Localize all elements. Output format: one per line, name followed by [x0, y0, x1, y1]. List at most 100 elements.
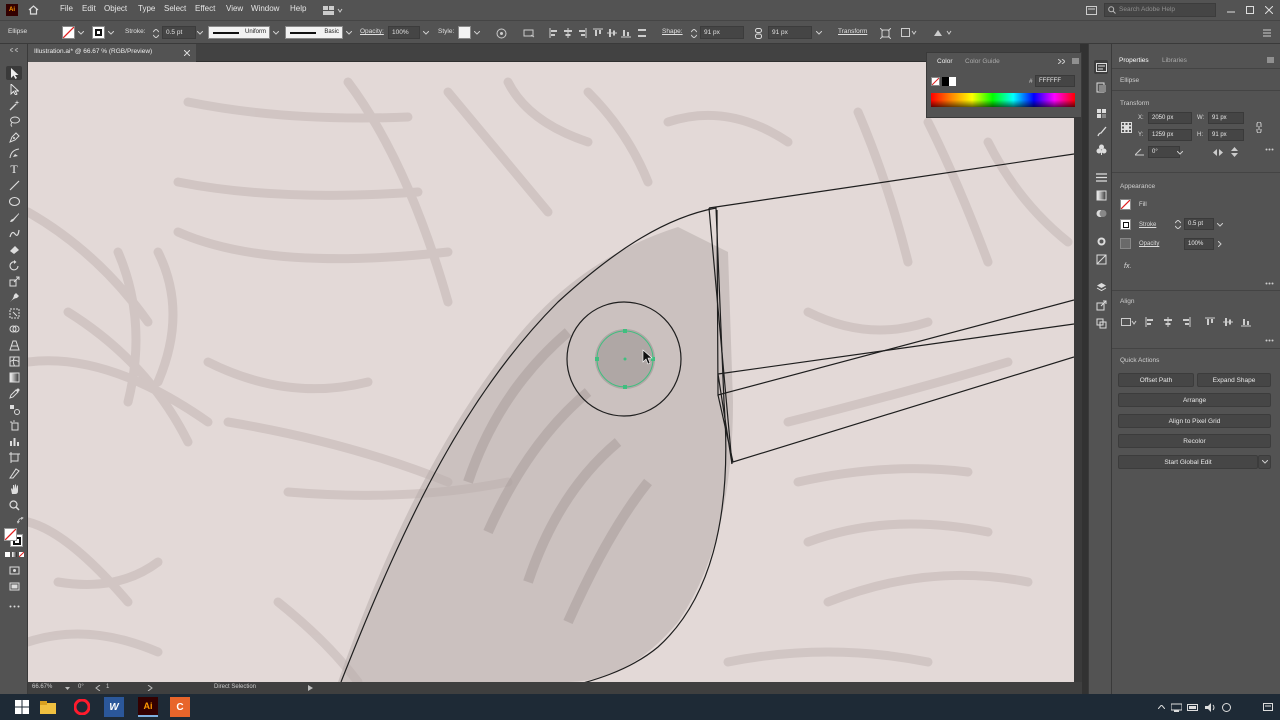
white-swatch[interactable]: [949, 77, 956, 86]
menu-object[interactable]: Object: [104, 4, 127, 13]
constrain-width-height-icon[interactable]: [1254, 120, 1266, 134]
hand-tool-icon[interactable]: [6, 482, 22, 496]
tab-libraries[interactable]: Libraries: [1162, 57, 1187, 64]
artboard-canvas[interactable]: [28, 62, 1074, 682]
panel-menu-icon[interactable]: [1262, 26, 1272, 40]
align-left-icon[interactable]: [548, 26, 560, 40]
recolor-artwork-icon[interactable]: [494, 26, 508, 40]
shape-builder-tool-icon[interactable]: [6, 322, 22, 336]
global-edit-options-button[interactable]: [1258, 455, 1271, 469]
gradient-panel-icon[interactable]: [1094, 188, 1108, 202]
shape-width-spinner-icon[interactable]: [690, 28, 698, 38]
screen-mode-icon[interactable]: [6, 579, 22, 593]
opacity-link[interactable]: Opacity: [1139, 241, 1159, 247]
fill-color-box[interactable]: [4, 528, 17, 541]
opacity-label[interactable]: Opacity:: [360, 28, 384, 35]
fill-swatch[interactable]: [62, 26, 75, 39]
x-position-field[interactable]: 2050 px: [1148, 112, 1192, 124]
restore-icon[interactable]: [1243, 3, 1257, 17]
input-language-icon[interactable]: [1220, 701, 1232, 713]
vertical-scrollbar[interactable]: [1074, 62, 1082, 682]
line-segment-tool-icon[interactable]: [6, 178, 22, 192]
help-search-field[interactable]: Search Adobe Help: [1104, 3, 1216, 17]
symbols-panel-icon[interactable]: [1094, 142, 1108, 156]
appearance-stroke-spinner-icon[interactable]: [1174, 219, 1182, 230]
appearance-panel-icon[interactable]: [1094, 234, 1108, 248]
props-align-right-icon[interactable]: [1180, 316, 1192, 328]
warp-tool-icon[interactable]: [6, 290, 22, 304]
stroke-weight-spinner-icon[interactable]: [152, 28, 160, 38]
word-icon[interactable]: W: [104, 697, 124, 717]
curvature-tool-icon[interactable]: [6, 146, 22, 160]
brush-definition-select[interactable]: Basic: [285, 26, 343, 39]
shape-height-field[interactable]: 91 px: [768, 26, 812, 39]
color-panel-menu-icon[interactable]: [1071, 57, 1079, 65]
flip-vertical-icon[interactable]: [1228, 146, 1240, 158]
eyedropper-tool-icon[interactable]: [6, 386, 22, 400]
align-to-pixel-grid-button[interactable]: Align to Pixel Grid: [1118, 414, 1271, 428]
swap-fill-stroke-icon[interactable]: [16, 516, 25, 525]
swatches-panel-icon[interactable]: [1094, 106, 1108, 120]
selection-tool-icon[interactable]: [6, 66, 22, 80]
export-panel-icon[interactable]: [1094, 298, 1108, 312]
illustrator-taskbar-icon[interactable]: Ai: [138, 697, 158, 717]
type-tool-icon[interactable]: T: [6, 162, 22, 176]
eraser-tool-icon[interactable]: [6, 242, 22, 256]
profile-chevron-icon[interactable]: [272, 29, 280, 37]
stroke-swatch[interactable]: [92, 26, 105, 39]
align-middle-icon[interactable]: [606, 26, 618, 40]
shape-width-field[interactable]: 91 px: [700, 26, 744, 39]
more-align-options-icon[interactable]: [1264, 337, 1274, 343]
color-spectrum-bar[interactable]: [931, 93, 1075, 107]
tools-panel-collapse-icon[interactable]: [4, 46, 24, 54]
pen-tool-icon[interactable]: [6, 130, 22, 144]
properties-panel-icon[interactable]: [1094, 60, 1108, 74]
rotation-field[interactable]: 0°: [78, 684, 84, 690]
menu-window[interactable]: Window: [251, 4, 279, 13]
more-transform-options-icon[interactable]: [1264, 146, 1274, 152]
zoom-tool-icon[interactable]: [6, 498, 22, 512]
shaper-tool-icon[interactable]: [6, 226, 22, 240]
file-explorer-icon[interactable]: [38, 697, 58, 717]
graphic-style-swatch[interactable]: [458, 26, 471, 39]
recolor-button[interactable]: Recolor: [1118, 434, 1271, 448]
close-icon[interactable]: [1262, 3, 1276, 17]
draw-mode-icon[interactable]: [6, 563, 22, 577]
close-tab-icon[interactable]: [182, 48, 192, 58]
transform-each-icon[interactable]: [878, 26, 892, 40]
system-tray-chevron-icon[interactable]: [1156, 703, 1166, 711]
windows-start-icon[interactable]: [12, 697, 32, 717]
color-mode-icon[interactable]: [4, 551, 11, 558]
black-swatch[interactable]: [942, 77, 949, 86]
props-align-bottom-icon[interactable]: [1240, 316, 1252, 328]
props-align-top-icon[interactable]: [1204, 316, 1216, 328]
appearance-stroke-chevron-icon[interactable]: [1216, 222, 1224, 228]
magic-wand-tool-icon[interactable]: [6, 98, 22, 112]
variable-width-profile-select[interactable]: Uniform: [208, 26, 270, 39]
rotate-tool-icon[interactable]: [6, 258, 22, 272]
brushes-panel-icon[interactable]: [1094, 124, 1108, 138]
symbol-sprayer-tool-icon[interactable]: [6, 418, 22, 432]
fill-dropdown-chevron-icon[interactable]: [77, 29, 85, 37]
status-menu-icon[interactable]: [306, 684, 314, 692]
align-bottom-icon[interactable]: [620, 26, 632, 40]
column-graph-tool-icon[interactable]: [6, 434, 22, 448]
height-field[interactable]: 91 px: [1208, 129, 1244, 141]
gradient-mode-icon[interactable]: [11, 551, 18, 558]
volume-icon[interactable]: [1204, 701, 1216, 713]
panel-collapse-icon[interactable]: [1057, 57, 1065, 65]
shape-height-chevron-icon[interactable]: [815, 29, 823, 37]
transform-link[interactable]: Transform: [838, 28, 867, 35]
reference-point-icon[interactable]: [1119, 120, 1133, 134]
menu-view[interactable]: View: [226, 4, 243, 13]
stroke-dropdown-chevron-icon[interactable]: [107, 29, 115, 37]
opacity-chevron-icon[interactable]: [422, 29, 430, 37]
align-center-icon[interactable]: [562, 26, 574, 40]
more-appearance-options-icon[interactable]: [1264, 280, 1274, 286]
blend-tool-icon[interactable]: [6, 402, 22, 416]
stroke-weight-field[interactable]: 0.5 pt: [162, 26, 196, 39]
scale-tool-icon[interactable]: [6, 274, 22, 288]
ellipse-tool-icon[interactable]: [6, 194, 22, 208]
free-transform-tool-icon[interactable]: [6, 306, 22, 320]
tab-color[interactable]: Color: [937, 58, 953, 65]
